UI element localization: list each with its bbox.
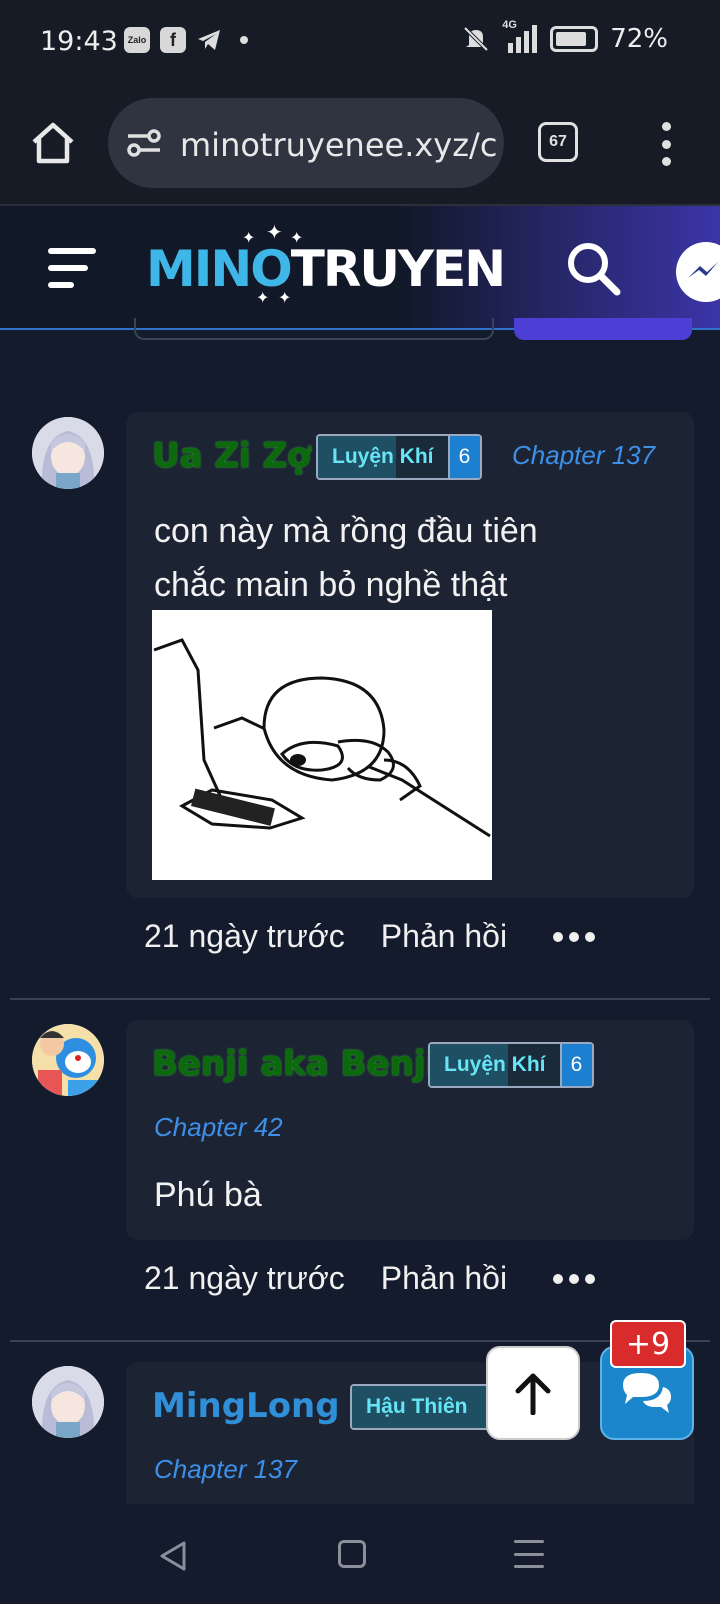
comment-text-line: Phú bà	[154, 1176, 262, 1214]
comment-text-line: con này mà rồng đầu tiên	[154, 512, 538, 550]
more-notifications-dot	[240, 36, 248, 44]
action-button-partial[interactable]	[514, 318, 692, 340]
search-icon[interactable]	[565, 240, 621, 296]
search-field-partial[interactable]	[134, 318, 494, 340]
avatar[interactable]	[32, 1024, 104, 1096]
comment-meta: 21 ngày trước Phản hồi	[144, 918, 596, 955]
zalo-icon: Zalo	[124, 27, 150, 53]
sparkle-icon: ✦	[266, 222, 283, 244]
chapter-link[interactable]: Chapter 137	[512, 440, 655, 471]
messenger-icon[interactable]	[676, 242, 720, 302]
browser-toolbar: minotruyenee.xyz/c 67	[0, 82, 720, 206]
divider	[10, 998, 710, 1000]
username[interactable]: Ua Zi Zợ	[152, 436, 311, 476]
browser-menu-icon[interactable]	[660, 122, 672, 166]
status-time: 19:43	[40, 26, 118, 57]
sparkle-icon: ✦	[256, 290, 270, 307]
mute-bell-icon	[463, 26, 489, 52]
avatar[interactable]	[32, 417, 104, 489]
chapter-link[interactable]: Chapter 137	[154, 1454, 297, 1485]
notification-icons: Zalo f	[124, 27, 248, 53]
rank-name: Luyện Khí	[318, 436, 448, 478]
home-icon[interactable]	[28, 118, 78, 168]
rank-name: Hậu Thiên	[352, 1386, 508, 1428]
signal-icon: 4G	[502, 19, 538, 53]
comment-text-line: chắc main bỏ nghề thật	[154, 566, 508, 604]
rank-name: Luyện Khí	[430, 1044, 560, 1086]
more-options-icon[interactable]	[553, 931, 596, 942]
avatar[interactable]	[32, 1366, 104, 1438]
battery-percent: 72%	[610, 24, 668, 54]
username[interactable]: Benji aka Benji	[152, 1044, 437, 1084]
status-bar: 19:43 Zalo f 4G 72%	[0, 0, 720, 82]
chat-count-badge: +9	[610, 1320, 686, 1368]
sparkle-icon: ✦	[242, 230, 256, 247]
network-type: 4G	[502, 19, 517, 31]
address-bar[interactable]: minotruyenee.xyz/c	[108, 98, 504, 188]
comment-time: 21 ngày trước	[144, 1260, 345, 1296]
site-logo[interactable]: MINOTRUYEN	[146, 240, 506, 298]
scroll-top-button[interactable]	[486, 1346, 580, 1440]
url-text[interactable]: minotruyenee.xyz/c	[180, 126, 497, 164]
comment-time: 21 ngày trước	[144, 918, 345, 954]
sparkle-icon: ✦	[290, 230, 304, 247]
home-nav-icon[interactable]	[338, 1540, 366, 1568]
sparkle-icon: ✦	[278, 290, 292, 307]
chat-bubbles-icon	[623, 1373, 671, 1413]
recents-icon[interactable]	[514, 1540, 544, 1568]
rank-level: 6	[559, 1044, 592, 1086]
reply-button[interactable]: Phản hồi	[381, 1260, 507, 1297]
reply-button[interactable]: Phản hồi	[381, 918, 507, 955]
divider	[10, 1340, 710, 1342]
arrow-up-icon	[515, 1373, 551, 1415]
rank-level: 6	[447, 436, 480, 478]
facebook-icon: f	[160, 27, 186, 53]
back-icon[interactable]	[158, 1540, 188, 1572]
battery-icon	[550, 26, 599, 52]
tab-switcher-button[interactable]: 67	[538, 122, 578, 162]
rank-badge: Luyện Khí 6	[316, 434, 482, 480]
more-options-icon[interactable]	[553, 1273, 596, 1284]
chapter-link[interactable]: Chapter 42	[154, 1112, 283, 1143]
username[interactable]: MingLong	[152, 1386, 340, 1426]
system-nav-bar	[0, 1504, 720, 1604]
menu-hamburger-icon[interactable]	[48, 246, 98, 290]
comment-sticker-image	[152, 610, 492, 880]
rank-badge: Luyện Khí 6	[428, 1042, 594, 1088]
site-settings-icon[interactable]	[126, 128, 162, 158]
telegram-icon	[198, 30, 220, 50]
site-header: MINOTRUYEN ✦ ✦ ✦ ✦ ✦	[0, 206, 720, 330]
comment-meta: 21 ngày trước Phản hồi	[144, 1260, 596, 1297]
